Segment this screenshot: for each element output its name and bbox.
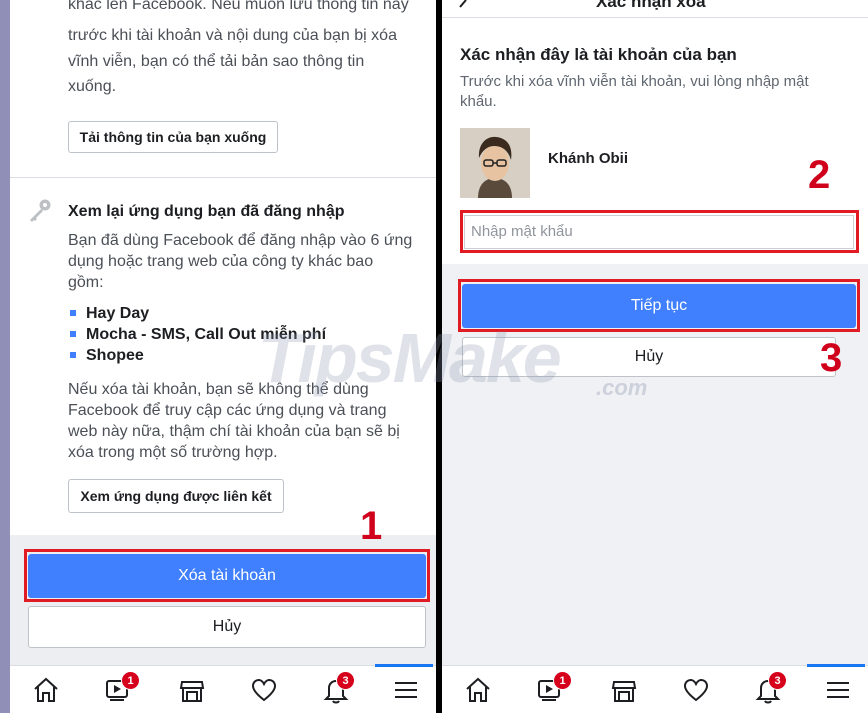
tab-bar-left: 1 3 <box>10 664 436 713</box>
bullet-2 <box>70 331 76 337</box>
cancel-button-left[interactable]: Hủy <box>28 606 426 648</box>
home-icon[interactable] <box>462 674 494 706</box>
video-badge: 1 <box>121 671 140 690</box>
section-divider <box>10 177 436 178</box>
intro-line-3: vĩnh viễn, bạn có thể tải bản sao thông … <box>68 53 365 70</box>
linked-apps-button[interactable]: Xem ứng dụng được liên kết <box>68 479 284 513</box>
apps-section-title: Xem lại ứng dụng bạn đã đăng nhập <box>68 203 345 220</box>
user-name: Khánh Obii <box>548 150 628 167</box>
heart-icon[interactable] <box>680 674 712 706</box>
header-title: Xác nhận xóa <box>596 0 706 11</box>
home-icon[interactable] <box>30 674 62 706</box>
heart-icon[interactable] <box>248 674 280 706</box>
step-number-2: 2 <box>808 153 831 197</box>
marketplace-icon[interactable] <box>608 674 640 706</box>
bullet-3 <box>70 352 76 358</box>
apps-desc-line-3: gồm: <box>68 274 104 291</box>
key-icon <box>30 199 51 222</box>
step-number-3: 3 <box>820 336 843 380</box>
intro-line-2: trước khi tài khoản và nội dung của bạn … <box>68 27 397 44</box>
warning-line-3: web này nữa, thậm chí tài khoản của bạn … <box>68 423 400 440</box>
warning-line-2: Facebook để truy cập các ứng dụng và tra… <box>68 402 387 419</box>
watermark: TipsMake <box>258 319 562 397</box>
tab-bar-right: 1 3 <box>442 664 868 713</box>
apps-desc-line-2: dụng hoặc trang web của công ty khác bao <box>68 253 374 270</box>
notification-badge: 3 <box>768 671 787 690</box>
app-item-1: Hay Day <box>86 305 150 322</box>
highlight-box-1 <box>24 549 430 602</box>
user-avatar <box>460 128 530 198</box>
watermark-suffix: .com <box>596 375 648 400</box>
app-item-3: Shopee <box>86 347 144 364</box>
notification-badge: 3 <box>336 671 355 690</box>
menu-icon[interactable] <box>390 674 422 706</box>
warning-line-4: xóa trong một số trường hợp. <box>68 444 278 461</box>
active-tab-indicator <box>807 664 865 667</box>
step-number-1: 1 <box>360 504 383 548</box>
marketplace-icon[interactable] <box>176 674 208 706</box>
bullet-1 <box>70 310 76 316</box>
confirm-desc-line-2: khẩu. <box>460 93 497 110</box>
confirm-desc-line-1: Trước khi xóa vĩnh viễn tài khoản, vui l… <box>460 73 809 90</box>
confirm-title: Xác nhận đây là tài khoản của bạn <box>460 45 737 64</box>
video-badge: 1 <box>553 671 572 690</box>
active-tab-indicator <box>375 664 433 667</box>
apps-desc-line-1: Bạn đã dùng Facebook để đăng nhập vào 6 … <box>68 232 413 249</box>
header-divider <box>442 17 868 18</box>
intro-line-4: xuống. <box>68 78 117 95</box>
intro-line-1: khác lên Facebook. Nếu muốn lưu thông ti… <box>68 0 409 13</box>
menu-icon[interactable] <box>822 674 854 706</box>
download-info-button[interactable]: Tải thông tin của bạn xuống <box>68 121 278 153</box>
back-arrow-icon[interactable] <box>452 0 472 14</box>
highlight-box-2 <box>460 210 859 253</box>
